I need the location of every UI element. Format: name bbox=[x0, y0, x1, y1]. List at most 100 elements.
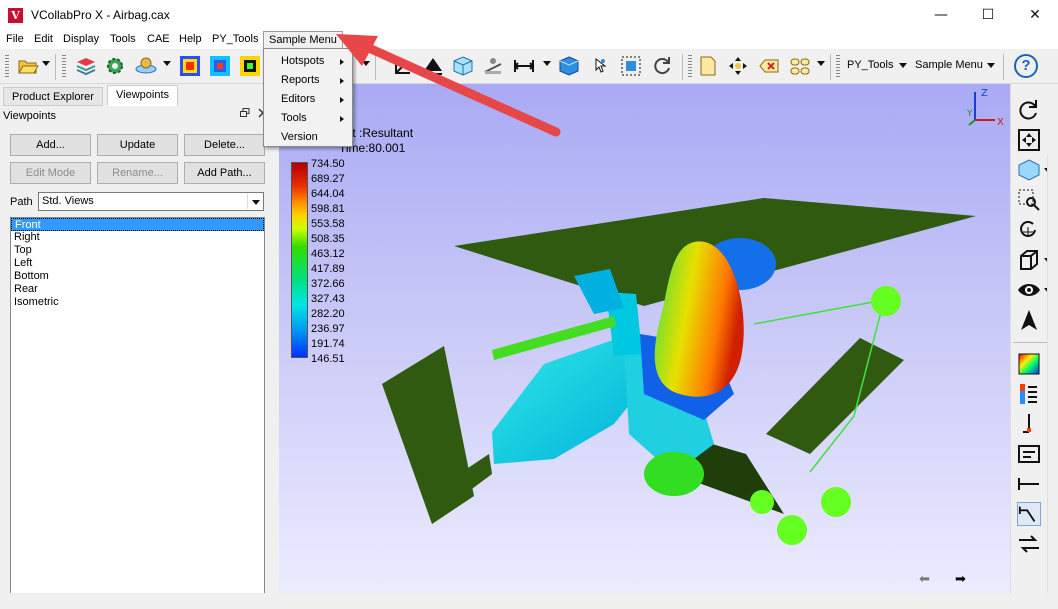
display-cube-icon[interactable] bbox=[1017, 158, 1041, 182]
swap-arrows-icon[interactable] bbox=[1017, 532, 1041, 556]
contour-icon[interactable] bbox=[179, 55, 201, 77]
probe-line-icon[interactable] bbox=[1017, 412, 1041, 436]
list-item[interactable]: Top bbox=[11, 244, 264, 257]
menu-help[interactable]: Help bbox=[179, 33, 202, 45]
toolbar-divider bbox=[1003, 54, 1004, 80]
rotate-icon[interactable] bbox=[1017, 98, 1041, 122]
menu-display[interactable]: Display bbox=[63, 33, 99, 45]
next-frame-button[interactable]: ➡ bbox=[955, 571, 966, 587]
cube-icon[interactable] bbox=[452, 55, 474, 77]
toolbar-grip[interactable] bbox=[5, 55, 9, 79]
toolbar-divider bbox=[55, 54, 56, 80]
list-item[interactable]: Bottom bbox=[11, 270, 264, 283]
angle-dimension-icon[interactable] bbox=[1017, 502, 1041, 526]
tab-viewpoints[interactable]: Viewpoints bbox=[107, 85, 178, 106]
menu-tools[interactable]: Tools bbox=[110, 33, 136, 45]
fit-view-icon[interactable] bbox=[1017, 128, 1041, 152]
wireframe-cube-icon[interactable] bbox=[1017, 248, 1041, 272]
sample-menu-dropdown-list: Hotspots Reports Editors Tools Version bbox=[263, 48, 353, 147]
chevron-down-icon[interactable] bbox=[987, 63, 995, 68]
group-icon[interactable] bbox=[789, 55, 811, 77]
py-tools-dropdown[interactable]: PY_Tools bbox=[847, 59, 893, 71]
help-icon[interactable]: ? bbox=[1014, 54, 1038, 78]
viewpoint-list[interactable]: Front Right Top Left Bottom Rear Isometr… bbox=[10, 217, 265, 602]
path-select[interactable]: Std. Views bbox=[38, 192, 264, 211]
chevron-down-icon[interactable] bbox=[42, 61, 50, 66]
axis-icon[interactable] bbox=[392, 55, 414, 77]
previous-frame-button[interactable]: ⬅ bbox=[919, 571, 930, 587]
chevron-down-icon[interactable] bbox=[247, 194, 262, 209]
chevron-down-icon[interactable] bbox=[817, 61, 825, 66]
menu-edit[interactable]: Edit bbox=[34, 33, 53, 45]
add-path-button[interactable]: Add Path... bbox=[184, 162, 265, 184]
open-folder-icon[interactable] bbox=[17, 55, 39, 77]
toolbar-grip[interactable] bbox=[688, 55, 692, 79]
legend-icon[interactable] bbox=[1017, 382, 1041, 406]
menu-item-version[interactable]: Version bbox=[281, 131, 318, 143]
legend-value: 282.20 bbox=[311, 308, 345, 320]
new-document-icon[interactable] bbox=[697, 55, 719, 77]
list-item[interactable]: Left bbox=[11, 257, 264, 270]
airbag-model[interactable] bbox=[374, 184, 984, 554]
minimize-button[interactable]: — bbox=[918, 0, 964, 31]
app-logo-icon: V bbox=[8, 8, 23, 23]
menu-file[interactable]: File bbox=[6, 33, 24, 45]
menu-item-hotspots[interactable]: Hotspots bbox=[281, 55, 324, 67]
3d-viewport[interactable]: ent :Resultant Time:80.001 734.50 689.27… bbox=[279, 84, 1010, 593]
refresh-icon[interactable] bbox=[651, 55, 673, 77]
rename-viewpoint-button[interactable]: Rename... bbox=[97, 162, 178, 184]
menu-item-reports[interactable]: Reports bbox=[281, 74, 320, 86]
update-viewpoint-button[interactable]: Update bbox=[97, 134, 178, 156]
layers-icon[interactable] bbox=[75, 55, 97, 77]
menu-py-tools[interactable]: PY_Tools bbox=[212, 33, 258, 45]
dimension-icon[interactable] bbox=[1017, 472, 1041, 496]
right-toolbar bbox=[1010, 84, 1058, 609]
list-item[interactable]: Right bbox=[11, 231, 264, 244]
rotate-point-icon[interactable] bbox=[1017, 218, 1041, 242]
close-button[interactable]: ✕ bbox=[1012, 0, 1058, 31]
menu-item-editors[interactable]: Editors bbox=[281, 93, 315, 105]
menu-item-tools[interactable]: Tools bbox=[281, 112, 307, 124]
edit-mode-button[interactable]: Edit Mode bbox=[10, 162, 91, 184]
delete-viewpoint-button[interactable]: Delete... bbox=[184, 134, 265, 156]
chevron-down-icon[interactable] bbox=[899, 63, 907, 68]
maximize-button[interactable]: ☐ bbox=[965, 0, 1011, 31]
list-item[interactable]: Rear bbox=[11, 283, 264, 296]
add-viewpoint-button[interactable]: Add... bbox=[10, 134, 91, 156]
zoom-window-icon[interactable] bbox=[1017, 188, 1041, 212]
move-icon[interactable] bbox=[727, 55, 749, 77]
list-item[interactable]: Front bbox=[11, 218, 264, 231]
tab-product-explorer[interactable]: Product Explorer bbox=[3, 87, 103, 106]
color-legend-bar bbox=[291, 162, 308, 358]
toolbar-grip[interactable] bbox=[62, 55, 66, 79]
chevron-down-icon[interactable] bbox=[163, 61, 171, 66]
section-plane-icon[interactable] bbox=[135, 55, 157, 77]
measure-angle-icon[interactable] bbox=[482, 55, 504, 77]
iso-surface-icon[interactable] bbox=[239, 55, 261, 77]
fringe-plot-icon[interactable] bbox=[209, 55, 231, 77]
window-select-icon[interactable] bbox=[620, 55, 642, 77]
pick-cursor-icon[interactable] bbox=[588, 55, 610, 77]
probe-icon[interactable] bbox=[422, 55, 444, 77]
sample-menu-dropdown[interactable]: Sample Menu bbox=[915, 59, 983, 71]
menu-sample-menu[interactable]: Sample Menu bbox=[263, 31, 343, 49]
view-cube-icon[interactable] bbox=[558, 55, 580, 77]
visibility-eye-icon[interactable] bbox=[1017, 278, 1041, 302]
label-icon[interactable] bbox=[1017, 442, 1041, 466]
float-panel-icon[interactable] bbox=[240, 108, 250, 118]
gear-icon[interactable] bbox=[104, 55, 126, 77]
toolbar-divider bbox=[375, 54, 376, 80]
chevron-down-icon[interactable] bbox=[543, 61, 551, 66]
color-map-icon[interactable] bbox=[1017, 352, 1041, 376]
chevron-down-icon[interactable] bbox=[362, 61, 370, 66]
menu-cae[interactable]: CAE bbox=[147, 33, 170, 45]
measure-distance-icon[interactable] bbox=[513, 55, 535, 77]
delete-icon[interactable] bbox=[758, 55, 780, 77]
legend-value: 417.89 bbox=[311, 263, 345, 275]
legend-value: 598.81 bbox=[311, 203, 345, 215]
list-item[interactable]: Isometric bbox=[11, 296, 264, 309]
navigate-arrow-icon[interactable] bbox=[1017, 308, 1041, 332]
scrollbar[interactable] bbox=[1047, 154, 1057, 594]
toolbar-grip[interactable] bbox=[836, 55, 840, 79]
legend-value: 734.50 bbox=[311, 158, 345, 170]
